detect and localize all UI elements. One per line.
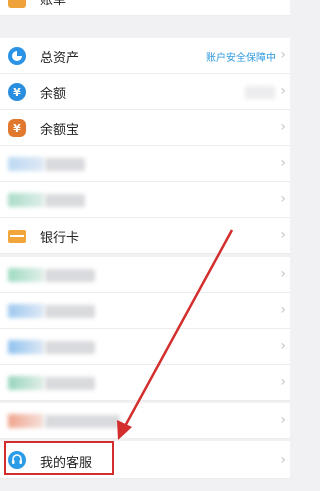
menu-item-blurred[interactable]: › [0,365,290,401]
menu-item-label: 银行卡 [40,231,80,246]
chevron-right-icon: › [280,47,286,63]
blurred-label [45,194,85,207]
chevron-right-icon: › [280,227,286,243]
chevron-right-icon: › [280,191,286,207]
blurred-label [45,377,95,390]
blurred-label [45,269,95,282]
highlight-box [4,441,114,475]
chevron-right-icon: › [280,338,286,354]
chevron-right-icon: › [280,374,286,390]
chevron-right-icon: › [280,302,286,318]
blurred-label [45,415,120,428]
blurred-label [45,305,95,318]
menu-item-blurred[interactable]: › [0,257,290,293]
menu-item-label: 总资产 [40,51,80,66]
menu-item-bank-card[interactable]: 银行卡 › [0,218,290,254]
menu-item-label: 余额宝 [40,123,80,138]
menu-item-bill[interactable]: 账单 › [0,0,290,16]
menu-item-blurred[interactable]: › [0,403,290,439]
chevron-right-icon: › [280,119,286,135]
chevron-right-icon: › [280,83,286,99]
chevron-right-icon: › [280,266,286,282]
security-status-text: 账户安全保障中 [206,53,276,64]
pie-chart-icon [8,47,26,65]
blurred-icon [8,268,44,282]
blurred-icon [8,414,44,428]
blurred-icon [8,304,44,318]
yuan-icon: ¥ [8,83,26,101]
menu-item-blurred[interactable]: › [0,182,290,218]
chevron-right-icon: › [280,412,286,428]
blurred-icon [8,340,44,354]
card-icon [8,230,26,243]
chevron-right-icon: › [280,452,286,468]
money-bag-icon: ¥ [8,119,26,137]
menu-item-blurred[interactable]: › [0,329,290,365]
menu-item-blurred[interactable]: › [0,146,290,182]
menu-item-label: 账单 [40,0,67,8]
blurred-icon [8,193,44,207]
menu-item-blurred[interactable]: › [0,293,290,329]
menu-item-label: 余额 [40,87,67,102]
blurred-icon [8,157,44,171]
menu-item-yuebao[interactable]: ¥ 余额宝 › [0,110,290,146]
blurred-icon [8,376,44,390]
blurred-label [45,158,85,171]
menu-item-balance[interactable]: ¥ 余额 › [0,74,290,110]
blurred-label [45,341,95,354]
chevron-right-icon: › [280,0,286,5]
menu-item-total-assets[interactable]: 总资产 账户安全保障中 › [0,38,290,74]
chevron-right-icon: › [280,155,286,171]
bill-icon [8,0,26,8]
blurred-value [245,86,275,99]
